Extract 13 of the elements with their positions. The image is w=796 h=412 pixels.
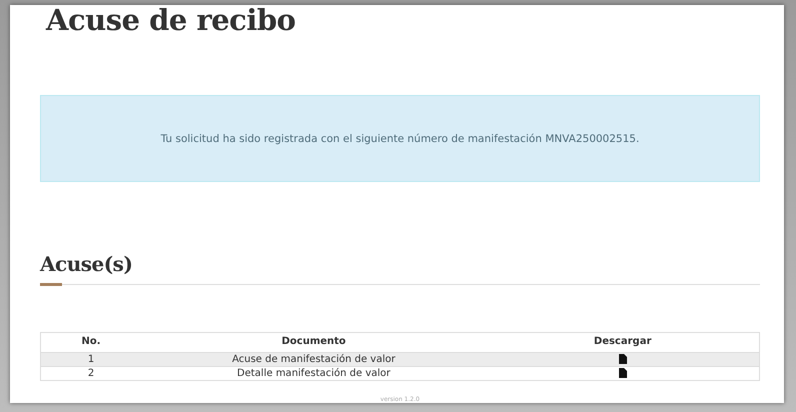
table-cell: 2 [40, 366, 142, 380]
table-cell: Acuse de manifestación de valor [141, 352, 486, 366]
alert-message: Tu solicitud ha sido registrada con el siguiente número de manifestación MNVA250002515. [160, 132, 640, 144]
title-accent [40, 283, 62, 286]
column-header: Descargar [486, 332, 760, 352]
column-header: No. [40, 332, 142, 352]
table-cell: 1 [40, 352, 142, 366]
column-header: Documento [141, 332, 486, 352]
document-icon[interactable] [618, 368, 627, 378]
page-title: Acuse de recibo [46, 5, 296, 35]
section-title: Acuse(s) [40, 251, 134, 278]
document-icon[interactable] [618, 354, 627, 364]
table-cell: Detalle manifestación de valor [141, 366, 486, 380]
